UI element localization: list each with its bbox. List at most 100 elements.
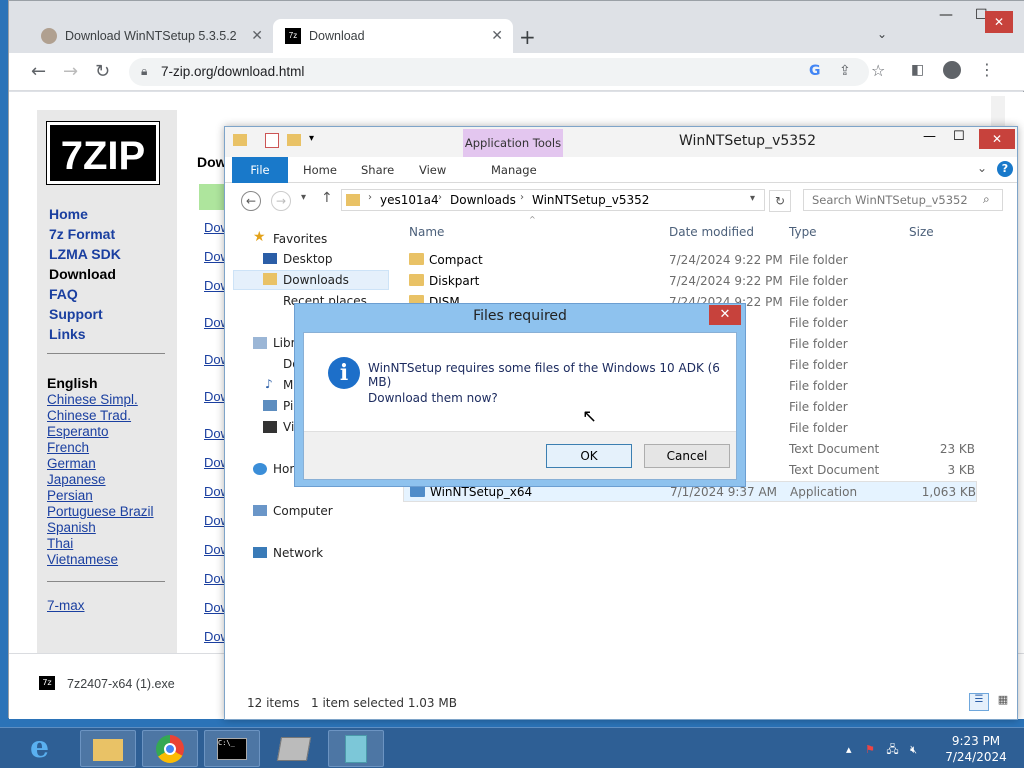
- lang-link[interactable]: Chinese Simpl.: [47, 392, 154, 408]
- close-tab-icon[interactable]: ✕: [491, 27, 503, 44]
- nav-7z-format[interactable]: 7z Format: [49, 224, 121, 244]
- lang-link[interactable]: French: [47, 440, 154, 456]
- close-window-icon[interactable]: ✕: [979, 129, 1015, 149]
- tab-download[interactable]: 7z Download ✕: [273, 19, 513, 53]
- lang-link[interactable]: Japanese: [47, 472, 154, 488]
- lang-link[interactable]: Persian: [47, 488, 154, 504]
- nav-home[interactable]: Home: [49, 204, 121, 224]
- volume-muted-icon[interactable]: 🔇︎: [910, 743, 917, 756]
- properties-icon[interactable]: [265, 133, 279, 148]
- nav-support[interactable]: Support: [49, 304, 121, 324]
- up-icon[interactable]: ↑: [321, 190, 333, 206]
- column-date-modified[interactable]: Date modified: [669, 225, 754, 239]
- tab-manage[interactable]: Manage: [491, 163, 537, 177]
- search-input[interactable]: Search WinNTSetup_v5352: [803, 189, 1003, 211]
- side-panel-icon[interactable]: ◧: [911, 62, 924, 78]
- nav-favorites[interactable]: Favorites: [273, 232, 327, 246]
- forward-icon[interactable]: →: [63, 61, 78, 82]
- large-icons-view-icon[interactable]: ▦: [993, 693, 1013, 711]
- show-hidden-icons-icon[interactable]: ▴: [846, 743, 852, 756]
- file-row[interactable]: Diskpart 7/24/2024 9:22 PM File folder: [403, 271, 977, 292]
- taskbar-setup[interactable]: [266, 730, 322, 767]
- tab-search-chevron-icon[interactable]: ⌄: [877, 27, 887, 41]
- ribbon-expand-chevron-icon[interactable]: ⌄: [977, 161, 987, 175]
- nav-library-item[interactable]: M: [283, 378, 293, 392]
- computer-icon: [253, 505, 267, 516]
- nav-desktop[interactable]: Desktop: [283, 252, 333, 266]
- taskbar-winntsetup[interactable]: [328, 730, 384, 767]
- network-icon[interactable]: 🖧︎: [886, 743, 898, 756]
- lang-link[interactable]: Vietnamese: [47, 552, 154, 568]
- lang-link[interactable]: Spanish: [47, 520, 154, 536]
- breadcrumb-item[interactable]: WinNTSetup_v5352: [532, 193, 649, 207]
- tab-winntsetup[interactable]: Download WinNTSetup 5.3.5.2 ✕: [29, 19, 273, 53]
- reload-icon[interactable]: ↻: [95, 61, 110, 82]
- minimize-icon[interactable]: —: [923, 129, 936, 144]
- google-lens-icon[interactable]: G: [809, 63, 821, 79]
- refresh-icon[interactable]: ↻: [769, 190, 791, 212]
- tab-view[interactable]: View: [419, 163, 446, 177]
- nav-faq[interactable]: FAQ: [49, 284, 121, 304]
- help-icon[interactable]: ?: [997, 161, 1013, 177]
- close-window-icon[interactable]: ✕: [985, 11, 1013, 33]
- nav-downloads[interactable]: Downloads: [283, 273, 349, 287]
- 7zip-logo[interactable]: 7ZIP: [46, 121, 160, 185]
- taskbar-cmd[interactable]: C:\_: [204, 730, 260, 767]
- lang-link[interactable]: Chinese Trad.: [47, 408, 154, 424]
- back-icon[interactable]: ←: [241, 191, 261, 211]
- new-tab-button[interactable]: +: [519, 25, 536, 49]
- nav-libraries[interactable]: Libr: [273, 336, 296, 350]
- forward-icon[interactable]: →: [271, 191, 291, 211]
- url-text[interactable]: 7-zip.org/download.html: [161, 64, 304, 79]
- nav-network[interactable]: Network: [273, 546, 323, 560]
- address-bar[interactable]: 🔒︎ 7-zip.org/download.html G ⇪ ☆: [129, 58, 885, 86]
- cancel-button[interactable]: Cancel: [644, 444, 730, 468]
- action-center-flag-icon[interactable]: ⚑: [865, 743, 875, 756]
- download-item[interactable]: 7z2407-x64 (1).exe: [67, 677, 175, 691]
- link-7-max[interactable]: 7-max: [47, 598, 85, 614]
- breadcrumb[interactable]: › yes101a4 › Downloads › WinNTSetup_v535…: [341, 189, 765, 211]
- lang-link[interactable]: Portuguese Brazil: [47, 504, 154, 520]
- column-type[interactable]: Type: [789, 225, 817, 239]
- menu-kebab-icon[interactable]: ⋮: [979, 60, 995, 79]
- nav-homegroup[interactable]: Hor: [273, 462, 294, 476]
- lang-link[interactable]: Thai: [47, 536, 154, 552]
- tab-share[interactable]: Share: [361, 163, 394, 177]
- bookmark-star-icon[interactable]: ☆: [871, 61, 885, 80]
- recent-dropdown-icon[interactable]: ▾: [301, 192, 306, 203]
- taskbar-explorer[interactable]: [80, 730, 136, 767]
- column-name[interactable]: Name: [409, 225, 444, 239]
- lang-link[interactable]: German: [47, 456, 154, 472]
- column-size[interactable]: Size: [909, 225, 934, 239]
- nav-library-item[interactable]: Pi: [283, 399, 293, 413]
- lang-link[interactable]: Esperanto: [47, 424, 154, 440]
- internet-explorer-icon[interactable]: e: [30, 732, 62, 764]
- nav-lzma-sdk[interactable]: LZMA SDK: [49, 244, 121, 264]
- tab-home[interactable]: Home: [303, 163, 337, 177]
- breadcrumb-item[interactable]: yes101a4: [380, 193, 439, 207]
- close-tab-icon[interactable]: ✕: [251, 27, 263, 44]
- ok-button[interactable]: OK: [546, 444, 632, 468]
- taskbar-chrome[interactable]: [142, 730, 198, 767]
- file-type: File folder: [789, 421, 848, 435]
- breadcrumb-item[interactable]: Downloads: [450, 193, 516, 207]
- minimize-icon[interactable]: —: [939, 7, 953, 23]
- quick-access-dropdown-icon[interactable]: ▾: [309, 133, 314, 144]
- clock[interactable]: 9:23 PM 7/24/2024: [940, 733, 1012, 765]
- share-icon[interactable]: ⇪: [839, 63, 851, 79]
- address-dropdown-icon[interactable]: ▾: [750, 193, 755, 204]
- dialog-close-icon[interactable]: ✕: [709, 305, 741, 325]
- search-icon[interactable]: ⌕: [983, 192, 990, 207]
- nav-computer[interactable]: Computer: [273, 504, 333, 518]
- file-row[interactable]: Compact 7/24/2024 9:22 PM File folder: [403, 250, 977, 271]
- chevron-right-icon: ›: [438, 192, 442, 203]
- new-folder-icon[interactable]: [287, 134, 301, 146]
- maximize-icon[interactable]: ☐: [953, 129, 965, 144]
- back-icon[interactable]: ←: [31, 61, 46, 82]
- nav-links[interactable]: Links: [49, 324, 121, 344]
- nav-download[interactable]: Download: [49, 264, 121, 284]
- tab-file[interactable]: File: [232, 157, 288, 183]
- details-view-icon[interactable]: ☰: [969, 693, 989, 711]
- nav-library-item[interactable]: Vi: [283, 420, 294, 434]
- profile-avatar-icon[interactable]: [943, 61, 961, 79]
